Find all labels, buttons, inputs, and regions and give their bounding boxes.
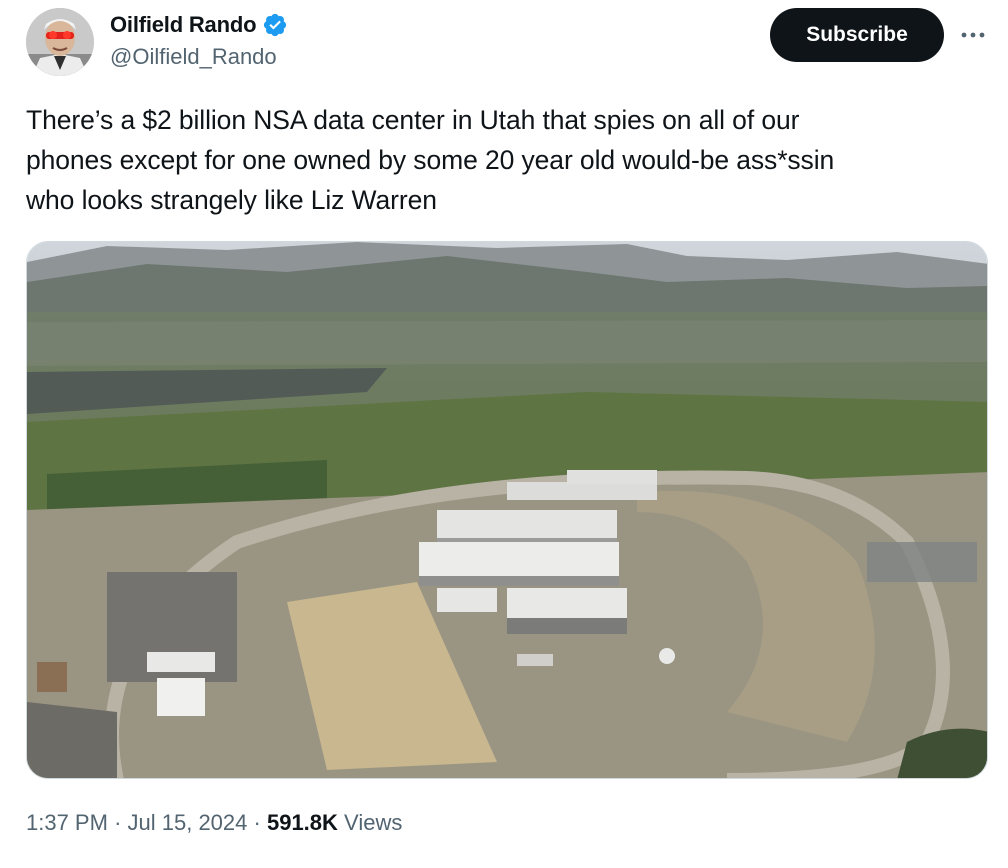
author-name-row[interactable]: Oilfield Rando bbox=[110, 9, 288, 41]
tweet-date[interactable]: Jul 15, 2024 bbox=[128, 810, 248, 835]
verified-badge-icon[interactable] bbox=[262, 12, 288, 38]
author-handle[interactable]: @Oilfield_Rando bbox=[110, 44, 277, 70]
tweet-text-line: There’s a $2 billion NSA data center in … bbox=[26, 105, 800, 135]
subscribe-button[interactable]: Subscribe bbox=[770, 8, 944, 62]
more-options-icon[interactable] bbox=[958, 20, 988, 50]
tweet-meta: 1:37 PM · Jul 15, 2024 · 591.8K Views bbox=[26, 810, 402, 836]
profile-avatar[interactable] bbox=[26, 8, 94, 76]
views-label[interactable]: Views bbox=[344, 810, 402, 835]
display-name[interactable]: Oilfield Rando bbox=[110, 12, 257, 38]
tweet-text: There’s a $2 billion NSA data center in … bbox=[26, 100, 976, 220]
tweet-text-line: phones except for one owned by some 20 y… bbox=[26, 145, 835, 175]
tweet-media-photo[interactable] bbox=[26, 241, 988, 779]
tweet-card: Oilfield Rando @Oilfield_Rando Subscribe… bbox=[0, 0, 1008, 868]
tweet-time[interactable]: 1:37 PM bbox=[26, 810, 108, 835]
meta-separator: · bbox=[114, 810, 122, 835]
views-count[interactable]: 591.8K bbox=[267, 810, 338, 835]
tweet-text-line: who looks strangely like Liz Warren bbox=[26, 185, 437, 215]
meta-separator: · bbox=[253, 810, 261, 835]
